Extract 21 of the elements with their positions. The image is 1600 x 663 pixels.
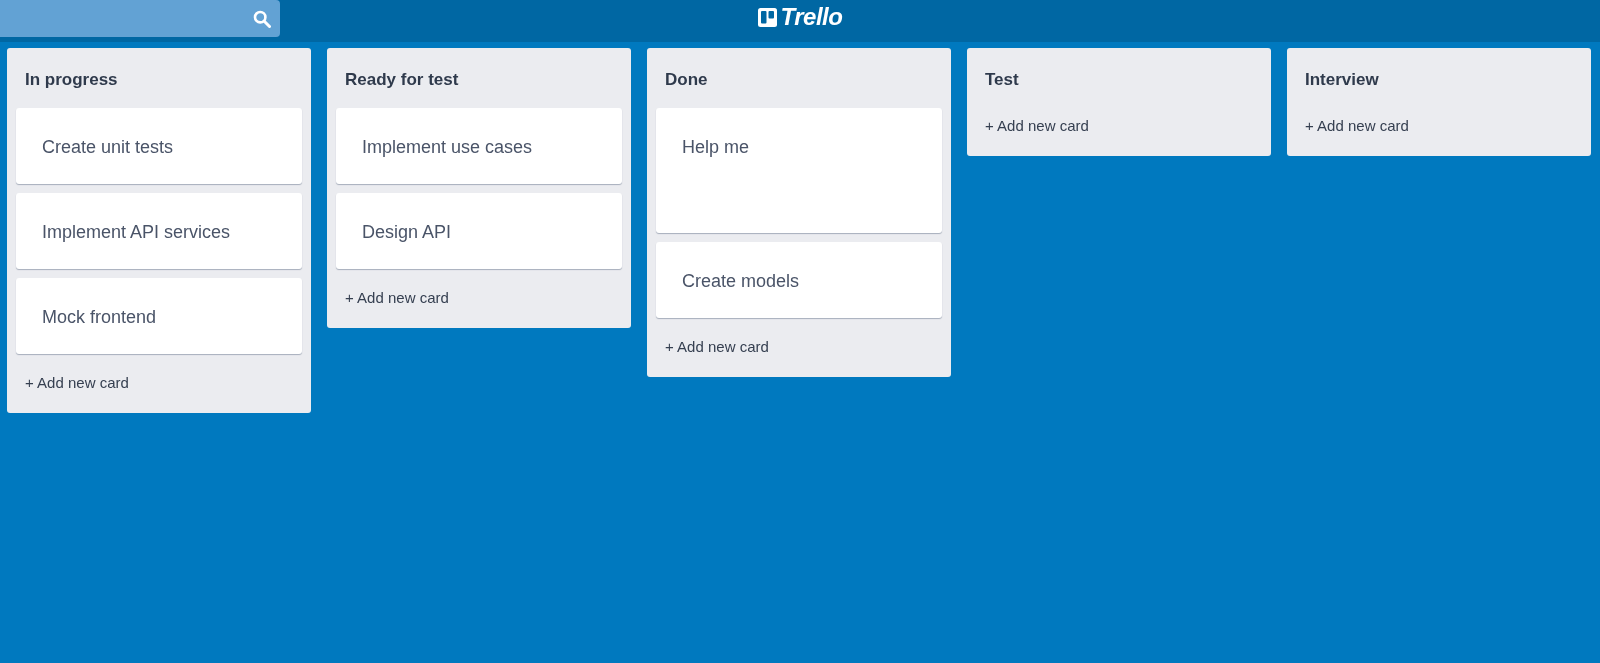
list-title: Test — [984, 69, 1020, 91]
task-card[interactable]: Design API — [336, 193, 622, 269]
add-card-button[interactable]: + Add new card — [345, 288, 449, 308]
task-card[interactable]: Implement use cases — [336, 108, 622, 184]
add-card-button[interactable]: + Add new card — [985, 116, 1089, 136]
task-card[interactable]: Mock frontend — [16, 278, 302, 354]
add-card-button[interactable]: + Add new card — [25, 373, 129, 393]
list-title: Ready for test — [344, 69, 460, 91]
board-icon — [757, 7, 777, 27]
search-field[interactable] — [0, 0, 280, 37]
logo-text: Trello — [780, 3, 843, 31]
add-card-button[interactable]: + Add new card — [1305, 116, 1409, 136]
task-card[interactable]: Create models — [656, 242, 942, 318]
list-title: Done — [664, 69, 709, 91]
list-title: Interview — [1304, 69, 1380, 91]
task-card[interactable]: Create unit tests — [16, 108, 302, 184]
search-icon[interactable] — [253, 9, 271, 28]
task-card[interactable]: Help me — [656, 108, 942, 233]
task-card[interactable]: Implement API services — [16, 193, 302, 269]
add-card-button[interactable]: + Add new card — [665, 337, 769, 357]
list-title: In progress — [24, 69, 119, 91]
